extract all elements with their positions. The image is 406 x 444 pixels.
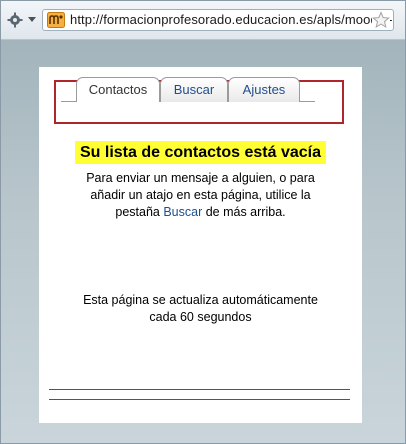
gear-icon[interactable] (7, 12, 23, 28)
browser-toolbar: http://formacionprofesorado.educacion.es… (1, 1, 405, 40)
page-viewport: Contactos Buscar Ajustes Su lista de con… (1, 40, 405, 443)
star-icon[interactable] (372, 11, 390, 29)
buscar-link[interactable]: Buscar (163, 205, 202, 219)
refresh-line-1: Esta página se actualiza automáticamente (83, 293, 318, 307)
dropdown-arrow-icon[interactable] (27, 14, 37, 26)
moodle-icon (47, 12, 65, 28)
refresh-line-2: cada 60 segundos (149, 310, 252, 324)
refresh-notice: Esta página se actualiza automáticamente… (69, 292, 332, 326)
tab-buscar[interactable]: Buscar (160, 77, 228, 102)
address-bar[interactable]: http://formacionprofesorado.educacion.es… (42, 9, 394, 31)
tab-ajustes[interactable]: Ajustes (228, 77, 300, 102)
messages-page: Contactos Buscar Ajustes Su lista de con… (39, 67, 362, 423)
empty-list-heading: Su lista de contactos está vacía (75, 141, 326, 164)
divider-line (49, 399, 350, 400)
browser-window: http://formacionprofesorado.educacion.es… (0, 0, 406, 444)
help-text-after: de más arriba. (202, 205, 286, 219)
tab-contactos[interactable]: Contactos (76, 77, 160, 102)
url-text[interactable]: http://formacionprofesorado.educacion.es… (70, 12, 393, 28)
help-text: Para enviar un mensaje a alguien, o para… (69, 170, 332, 221)
divider-line (49, 389, 350, 390)
